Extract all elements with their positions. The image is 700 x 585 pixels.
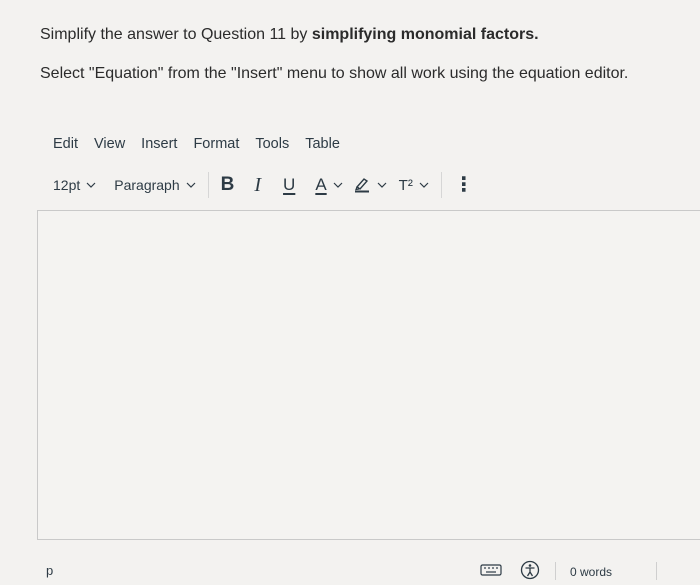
question-instruction-1: Simplify the answer to Question 11 by si… bbox=[40, 24, 680, 46]
italic-button[interactable]: I bbox=[254, 173, 261, 197]
menu-tools[interactable]: Tools bbox=[255, 134, 289, 154]
word-count: 0 words bbox=[570, 565, 613, 579]
chevron-down-icon bbox=[186, 180, 196, 190]
superscript-button[interactable]: T² bbox=[399, 177, 429, 194]
menu-insert[interactable]: Insert bbox=[141, 134, 177, 154]
font-size-value: 12pt bbox=[53, 177, 81, 193]
toolbar-divider bbox=[440, 172, 442, 198]
accessibility-checker-icon[interactable] bbox=[520, 560, 540, 585]
statusbar-divider bbox=[555, 562, 556, 580]
bold-button[interactable]: B bbox=[221, 173, 235, 197]
question-instruction-2: Select "Equation" from the "Insert" menu… bbox=[40, 65, 629, 82]
keyboard-icon[interactable] bbox=[480, 562, 502, 581]
block-format-value: Paragraph bbox=[114, 177, 180, 193]
highlighter-icon bbox=[353, 175, 371, 196]
superscript-icon: T² bbox=[398, 176, 413, 194]
text-color-button[interactable]: A bbox=[315, 175, 343, 195]
instruction-text: Simplify the answer to Question 11 by bbox=[40, 26, 312, 43]
question-prompt: Simplify the answer to Question 11 by si… bbox=[40, 24, 680, 102]
editor-menubar: Edit View Insert Format Tools Table bbox=[53, 134, 356, 154]
toolbar-divider bbox=[207, 172, 209, 198]
statusbar-divider bbox=[656, 562, 657, 580]
chevron-down-icon bbox=[333, 180, 343, 190]
more-vertical-icon: ⋮ bbox=[453, 174, 474, 196]
menu-format[interactable]: Format bbox=[193, 134, 239, 154]
menu-edit[interactable]: Edit bbox=[53, 134, 78, 154]
highlight-color-button[interactable] bbox=[353, 175, 387, 196]
text-color-icon: A bbox=[315, 175, 327, 194]
instruction-bold-text: simplifying monomial factors. bbox=[311, 26, 539, 43]
menu-table[interactable]: Table bbox=[305, 134, 340, 154]
chevron-down-icon bbox=[377, 180, 387, 190]
underline-button[interactable]: U bbox=[283, 173, 295, 197]
menu-view[interactable]: View bbox=[94, 134, 125, 154]
block-format-select[interactable]: Paragraph bbox=[114, 177, 196, 193]
editor-toolbar: 12pt Paragraph B I U A T² ⋮ bbox=[53, 171, 474, 199]
chevron-down-icon bbox=[86, 180, 96, 190]
rich-text-editor-area[interactable] bbox=[37, 210, 700, 540]
more-options-button[interactable]: ⋮ bbox=[454, 173, 474, 197]
chevron-down-icon bbox=[419, 180, 429, 190]
editor-statusbar: p 0 words bbox=[37, 540, 700, 580]
font-size-select[interactable]: 12pt bbox=[53, 177, 96, 193]
